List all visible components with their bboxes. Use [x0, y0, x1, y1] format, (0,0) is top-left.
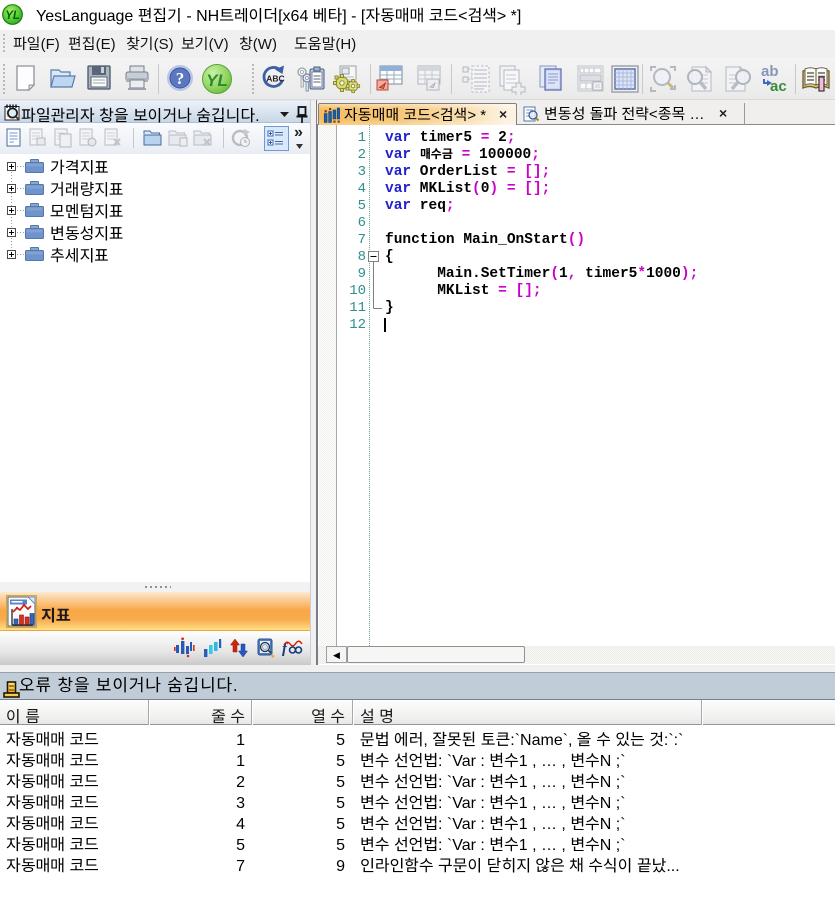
svg-text:?: ? [176, 69, 185, 88]
svg-text:YL: YL [5, 10, 20, 22]
svg-text:ac: ac [770, 78, 787, 95]
svg-text:YL: YL [206, 71, 228, 90]
svg-text:ABC: ABC [266, 74, 284, 84]
